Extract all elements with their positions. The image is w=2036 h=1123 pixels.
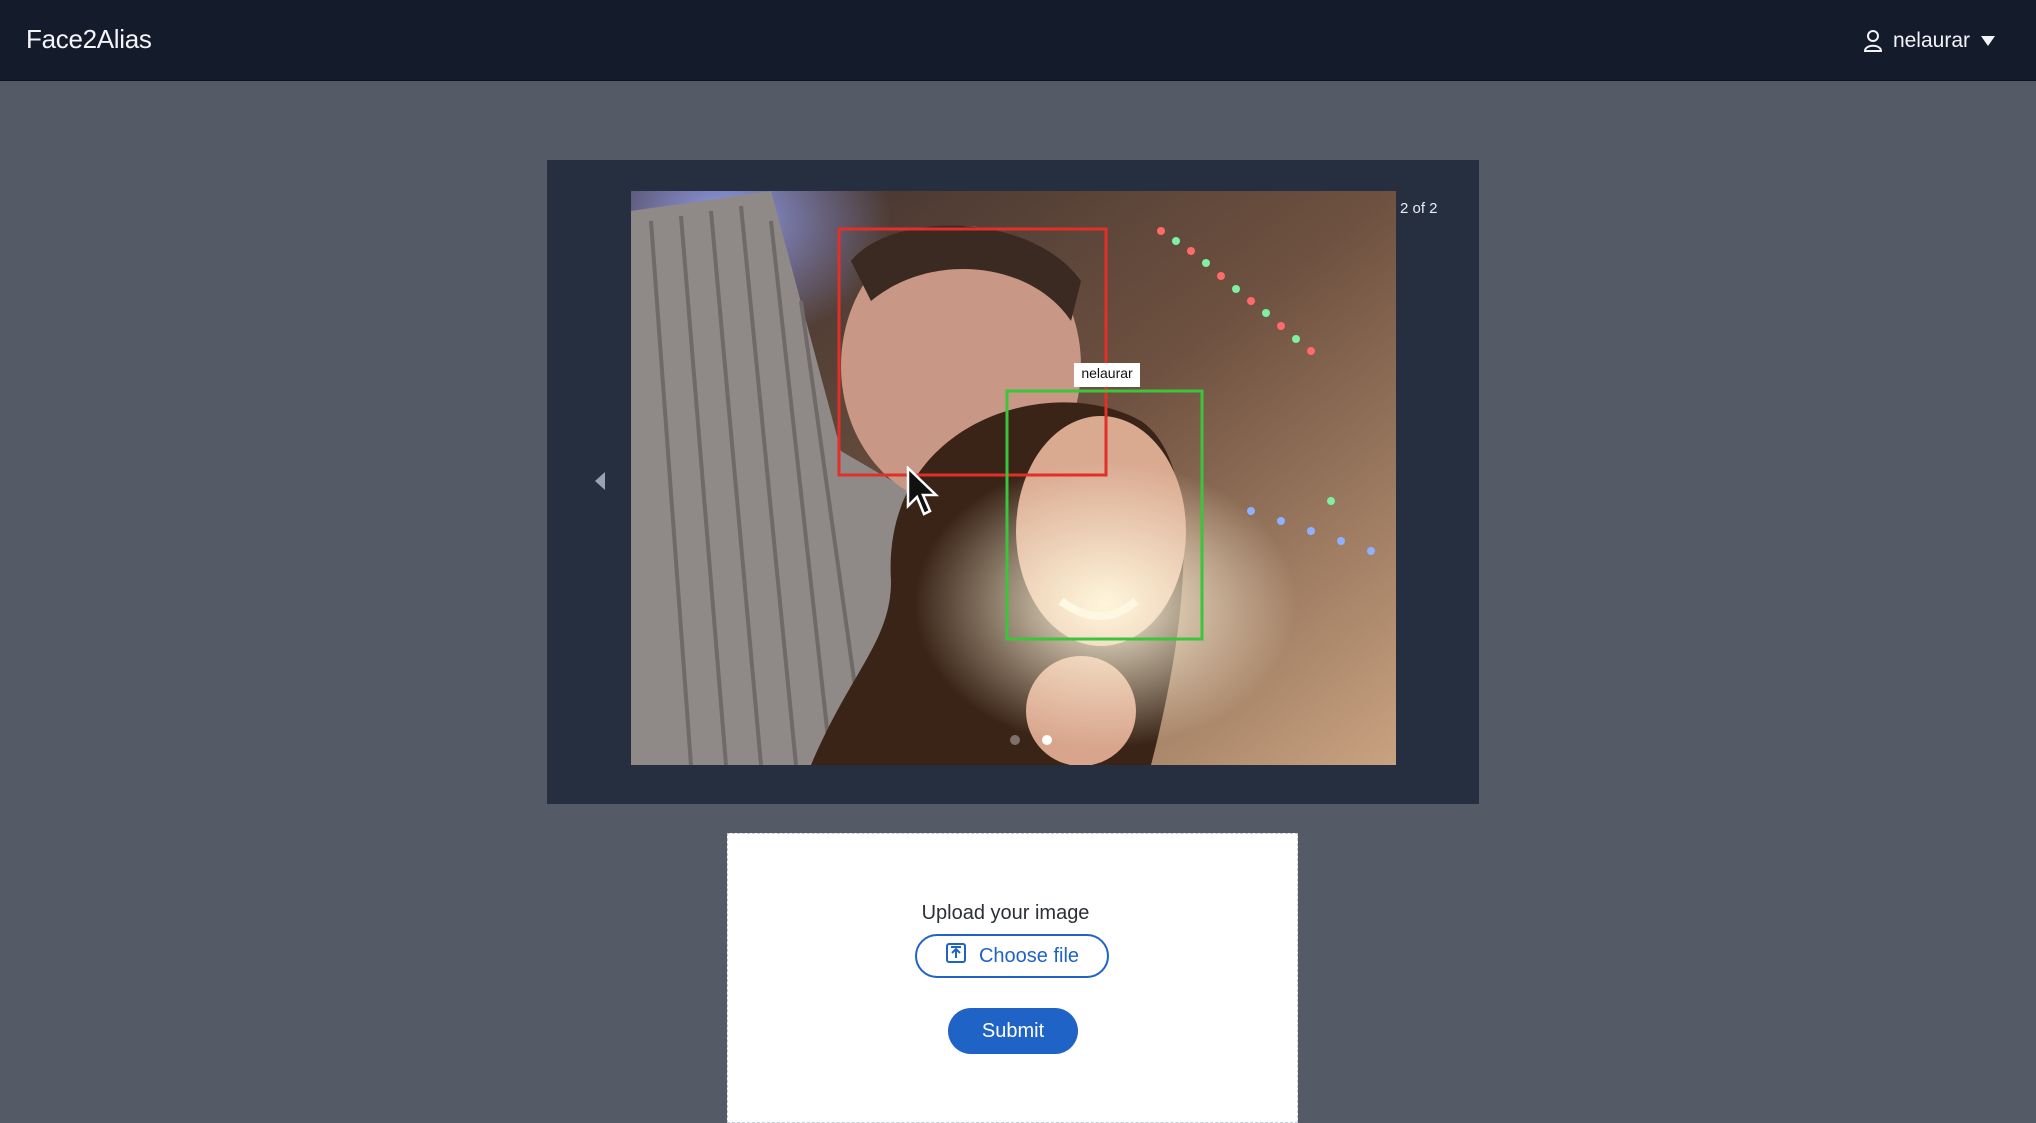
image-carousel: nelaurar 2 of 2 <box>547 160 1479 804</box>
chevron-left-icon[interactable] <box>587 466 613 496</box>
carousel-photo: nelaurar <box>631 191 1396 765</box>
carousel-dot[interactable] <box>1010 735 1020 745</box>
face-label: nelaurar <box>1081 365 1133 381</box>
user-icon <box>1863 29 1883 53</box>
brand-logo[interactable]: Face2Alias <box>26 24 152 55</box>
user-menu[interactable]: nelaurar <box>1863 24 1996 58</box>
caret-down-icon <box>1980 35 1996 47</box>
upload-panel: Upload your image Choose file Submit <box>727 833 1298 1123</box>
upload-label: Upload your image <box>921 902 1090 924</box>
upload-file-icon <box>945 942 967 970</box>
choose-file-button[interactable]: Choose file <box>915 934 1109 978</box>
top-navbar: Face2Alias nelaurar <box>0 0 2036 81</box>
submit-button[interactable]: Submit <box>948 1008 1078 1054</box>
choose-file-label: Choose file <box>978 944 1080 967</box>
carousel-dot-active[interactable] <box>1042 735 1052 745</box>
carousel-indicators <box>547 735 1479 745</box>
slide-counter: 2 of 2 <box>1400 200 1438 217</box>
user-name: nelaurar <box>1892 29 1970 52</box>
